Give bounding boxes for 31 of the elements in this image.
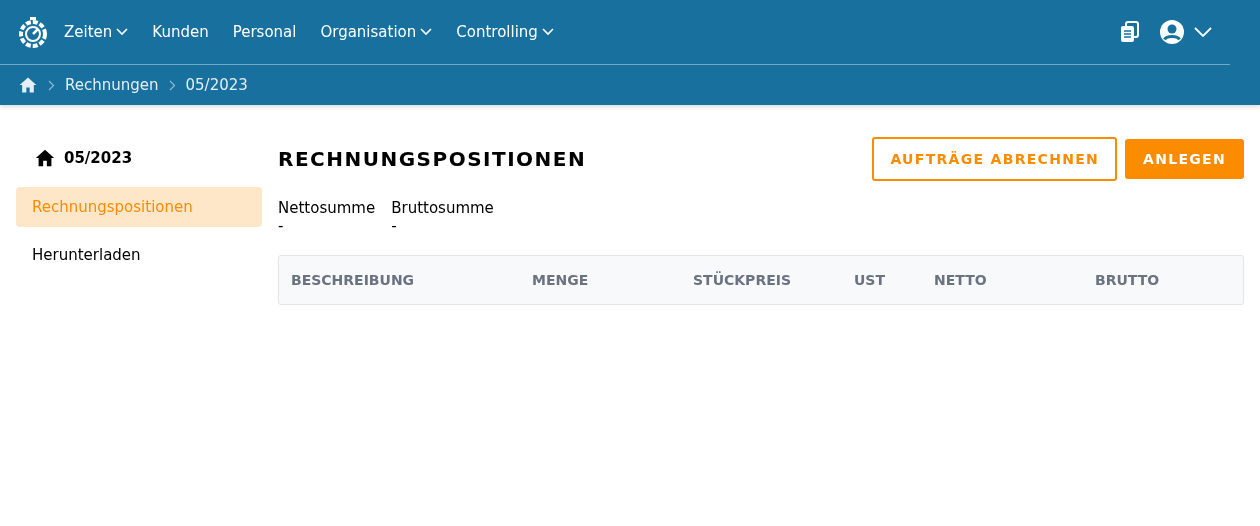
- stopwatch-logo-icon[interactable]: [18, 16, 48, 48]
- column-header: MENGE: [532, 272, 590, 288]
- column-header: STÜCKPREIS: [693, 272, 793, 288]
- home-icon: [34, 147, 56, 169]
- breadcrumb-link[interactable]: 05/2023: [185, 76, 248, 94]
- user-avatar-icon[interactable]: [1160, 20, 1184, 44]
- summary-value: -: [278, 217, 285, 235]
- column-header: NETTO: [934, 272, 988, 288]
- chevron-right-icon: [48, 79, 55, 91]
- column-header: UST: [854, 272, 886, 288]
- page-title: RECHNUNGSPOSITIONEN: [278, 147, 587, 171]
- chevron-down-icon: [420, 28, 433, 36]
- column-header: BRUTTO: [1095, 272, 1161, 288]
- column-header: BESCHREIBUNG: [291, 272, 416, 288]
- summary-label: Bruttosumme: [391, 199, 494, 217]
- home-icon[interactable]: [18, 75, 38, 95]
- clipboard-list-icon[interactable]: [1120, 21, 1140, 43]
- nav-menu-item[interactable]: Kunden: [152, 23, 209, 41]
- nav-menu-item[interactable]: Zeiten: [64, 23, 129, 41]
- chevron-down-icon[interactable]: [1194, 27, 1212, 37]
- breadcrumb-link[interactable]: Rechnungen: [65, 76, 159, 94]
- nav-menu-item[interactable]: Personal: [232, 23, 297, 41]
- nav-menu-item[interactable]: Organisation: [320, 23, 433, 41]
- sidebar-title: 05/2023: [64, 149, 133, 167]
- chevron-right-icon: [168, 79, 176, 91]
- chevron-down-icon: [116, 28, 129, 36]
- summary-label: Nettosumme: [278, 199, 376, 217]
- nav-menu-item[interactable]: Controlling: [456, 23, 554, 41]
- chevron-down-icon: [541, 28, 554, 36]
- sidebar-item[interactable]: Herunterladen: [16, 235, 262, 275]
- summary-value: -: [391, 217, 398, 235]
